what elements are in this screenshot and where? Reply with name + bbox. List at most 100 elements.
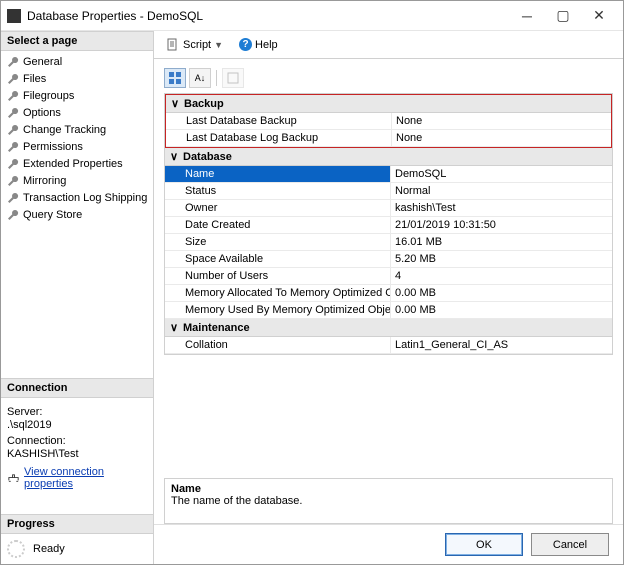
sidebar-item-label: Transaction Log Shipping [23,192,147,204]
collapse-icon[interactable]: ∨ [165,150,183,163]
alphabetical-view-button[interactable]: A↓ [189,68,211,88]
right-toolbar: Script ▼ ? Help [154,31,623,59]
app-icon [7,9,21,23]
property-row[interactable]: Number of Users4 [165,268,612,285]
sidebar-item-options[interactable]: Options [1,104,153,121]
property-row[interactable]: CollationLatin1_General_CI_AS [165,337,612,354]
sidebar-item-general[interactable]: General [1,53,153,70]
property-name: Memory Used By Memory Optimized Objects [165,302,391,318]
connection-label: Connection: [7,435,147,447]
property-name: Space Available [165,251,391,267]
property-grid-toolbar: A↓ [164,67,613,89]
sidebar-item-extended-properties[interactable]: Extended Properties [1,155,153,172]
sidebar-item-mirroring[interactable]: Mirroring [1,172,153,189]
category-database[interactable]: ∨Database [165,148,612,166]
help-icon: ? [239,38,252,51]
sidebar-item-label: Options [23,107,61,119]
script-icon [166,38,180,52]
sidebar-item-label: Change Tracking [23,124,106,136]
category-label: Backup [184,98,224,110]
sidebar-item-label: Files [23,73,46,85]
wrench-icon [7,209,19,221]
ok-button[interactable]: OK [445,533,523,556]
connection-icon [7,472,20,484]
description-title: Name [171,483,606,495]
property-value: Latin1_General_CI_AS [391,337,612,353]
view-connection-properties-text: View connection properties [24,466,147,490]
progress-spinner-icon [7,540,25,558]
connection-heading: Connection [1,378,153,398]
property-value: Normal [391,183,612,199]
collapse-icon[interactable]: ∨ [165,321,183,334]
sidebar-item-permissions[interactable]: Permissions [1,138,153,155]
close-button[interactable]: ✕ [581,2,617,30]
sidebar-item-filegroups[interactable]: Filegroups [1,87,153,104]
sidebar-item-label: Extended Properties [23,158,123,170]
chevron-down-icon: ▼ [214,40,223,50]
property-row[interactable]: StatusNormal [165,183,612,200]
page-list: General Files Filegroups Options Change Trac… [1,51,153,225]
property-value: kashish\Test [391,200,612,216]
property-name: Last Database Log Backup [166,130,392,146]
category-label: Maintenance [183,322,250,334]
property-row[interactable]: Ownerkashish\Test [165,200,612,217]
property-name: Collation [165,337,391,353]
property-name: Date Created [165,217,391,233]
property-row[interactable]: Last Database Log BackupNone [166,130,611,147]
categorized-view-button[interactable] [164,68,186,88]
script-label: Script [183,39,211,51]
category-label: Database [183,151,232,163]
property-pages-button[interactable] [222,68,244,88]
property-name: Owner [165,200,391,216]
property-name: Number of Users [165,268,391,284]
server-label: Server: [7,406,147,418]
sidebar-item-query-store[interactable]: Query Store [1,206,153,223]
title-bar: Database Properties - DemoSQL ─ ▢ ✕ [1,1,623,31]
progress-status: Ready [33,543,65,555]
property-row[interactable]: Memory Used By Memory Optimized Objects0… [165,302,612,319]
property-name: Size [165,234,391,250]
sidebar-item-transaction-log-shipping[interactable]: Transaction Log Shipping [1,189,153,206]
maximize-button[interactable]: ▢ [545,2,581,30]
view-connection-properties-link[interactable]: View connection properties [7,466,147,490]
sidebar-item-label: Filegroups [23,90,74,102]
wrench-icon [7,73,19,85]
wrench-icon [7,90,19,102]
property-value: 5.20 MB [391,251,612,267]
cancel-button[interactable]: Cancel [531,533,609,556]
property-value: 16.01 MB [391,234,612,250]
sidebar-item-label: Permissions [23,141,83,153]
wrench-icon [7,124,19,136]
category-backup[interactable]: ∨Backup [166,95,611,113]
wrench-icon [7,158,19,170]
minimize-button[interactable]: ─ [509,2,545,30]
property-row[interactable]: NameDemoSQL [165,166,612,183]
property-row[interactable]: Size16.01 MB [165,234,612,251]
sidebar-item-change-tracking[interactable]: Change Tracking [1,121,153,138]
property-row[interactable]: Space Available5.20 MB [165,251,612,268]
collapse-icon[interactable]: ∨ [166,97,184,110]
help-button[interactable]: ? Help [235,36,282,53]
property-name: Status [165,183,391,199]
property-value: 0.00 MB [391,285,612,301]
sidebar-item-label: General [23,56,62,68]
wrench-icon [7,107,19,119]
help-label: Help [255,39,278,51]
property-value: None [392,130,611,146]
wrench-icon [7,141,19,153]
script-button[interactable]: Script ▼ [162,36,227,54]
property-name: Last Database Backup [166,113,392,129]
wrench-icon [7,192,19,204]
property-row[interactable]: Last Database BackupNone [166,113,611,130]
sidebar-item-files[interactable]: Files [1,70,153,87]
select-page-heading: Select a page [1,31,153,51]
property-value: DemoSQL [391,166,612,182]
property-row[interactable]: Date Created21/01/2019 10:31:50 [165,217,612,234]
property-value: 21/01/2019 10:31:50 [391,217,612,233]
wrench-icon [7,175,19,187]
description-text: The name of the database. [171,495,606,507]
property-grid: ∨BackupLast Database BackupNoneLast Data… [164,93,613,355]
property-row[interactable]: Memory Allocated To Memory Optimized Ob0… [165,285,612,302]
category-maintenance[interactable]: ∨Maintenance [165,319,612,337]
description-panel: Name The name of the database. [164,478,613,524]
